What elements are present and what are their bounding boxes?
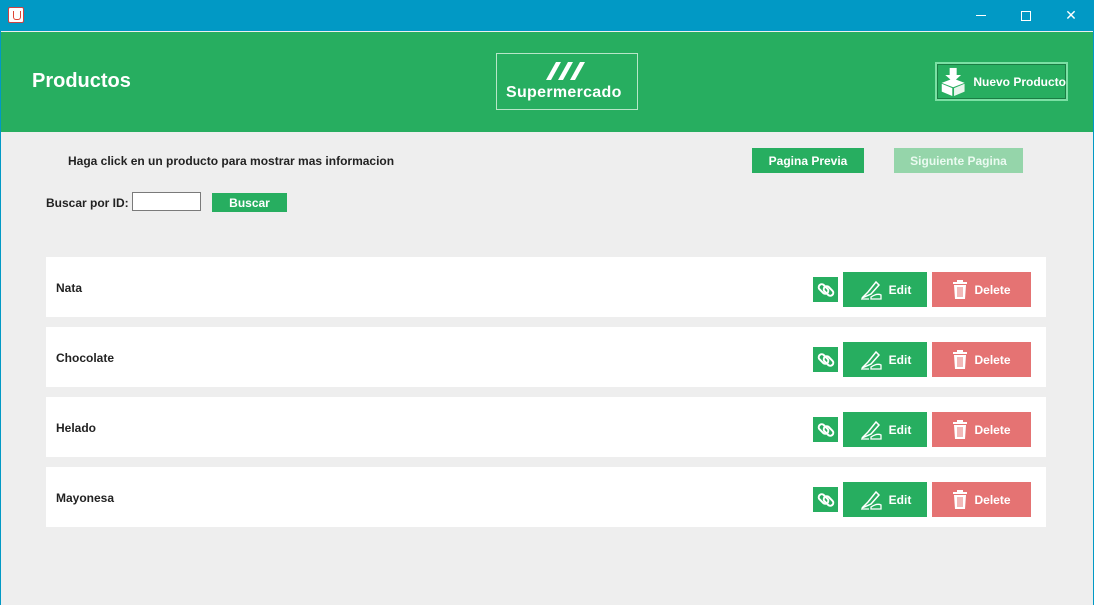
link-button[interactable]: [813, 487, 838, 512]
search-id-input[interactable]: [132, 192, 201, 211]
edit-label: Edit: [888, 352, 912, 367]
edit-label: Edit: [888, 282, 912, 297]
product-row[interactable]: Helado Edit Delete: [46, 397, 1046, 457]
delete-button[interactable]: Delete: [932, 272, 1031, 307]
pen-hand-icon: [860, 490, 882, 510]
minimize-icon: [976, 15, 986, 16]
link-icon: [817, 282, 834, 297]
window-titlebar[interactable]: ✕: [0, 0, 1094, 31]
product-row[interactable]: Nata Edit Delete: [46, 257, 1046, 317]
trash-icon: [953, 490, 968, 509]
link-icon: [817, 422, 834, 437]
link-icon: [817, 352, 834, 367]
delete-button[interactable]: Delete: [932, 482, 1031, 517]
link-button[interactable]: [813, 347, 838, 372]
product-name: Chocolate: [56, 351, 115, 365]
maximize-button[interactable]: [1003, 0, 1049, 31]
product-row[interactable]: Chocolate Edit Delete: [46, 327, 1046, 387]
delete-label: Delete: [974, 352, 1011, 367]
edit-button[interactable]: Edit: [843, 272, 927, 307]
link-button[interactable]: [813, 277, 838, 302]
supermercado-logo: Supermercado: [496, 53, 638, 110]
box-download-icon: [941, 67, 965, 96]
next-page-button[interactable]: Siguiente Pagina: [894, 148, 1023, 173]
delete-label: Delete: [974, 422, 1011, 437]
header-bar: Productos Supermercado Nuevo Producto: [1, 32, 1093, 132]
logo-mark-icon: [546, 62, 585, 80]
info-hint-text: Haga click en un producto para mostrar m…: [68, 154, 395, 168]
page-title: Productos: [32, 70, 131, 92]
close-icon: ✕: [1065, 7, 1077, 23]
product-row[interactable]: Mayonesa Edit Delete: [46, 467, 1046, 527]
close-button[interactable]: ✕: [1048, 0, 1094, 31]
edit-button[interactable]: Edit: [843, 412, 927, 447]
delete-button[interactable]: Delete: [932, 342, 1031, 377]
edit-label: Edit: [888, 492, 912, 507]
link-icon: [817, 492, 834, 507]
pen-hand-icon: [860, 420, 882, 440]
minimize-button[interactable]: [958, 0, 1004, 31]
pen-hand-icon: [860, 280, 882, 300]
product-name: Nata: [56, 281, 83, 295]
delete-label: Delete: [974, 282, 1011, 297]
trash-icon: [953, 420, 968, 439]
delete-label: Delete: [974, 492, 1011, 507]
logo-text: Supermercado: [506, 84, 622, 101]
search-id-label: Buscar por ID:: [46, 196, 129, 210]
java-cup-icon: [8, 7, 24, 23]
maximize-icon: [1021, 10, 1031, 21]
previous-page-button[interactable]: Pagina Previa: [752, 148, 864, 173]
product-name: Helado: [56, 421, 97, 435]
new-product-label: Nuevo Producto: [973, 74, 1066, 89]
delete-button[interactable]: Delete: [932, 412, 1031, 447]
new-product-button[interactable]: Nuevo Producto: [935, 62, 1068, 101]
trash-icon: [953, 280, 968, 299]
pen-hand-icon: [860, 350, 882, 370]
product-name: Mayonesa: [56, 491, 115, 505]
search-button[interactable]: Buscar: [212, 193, 287, 212]
link-button[interactable]: [813, 417, 838, 442]
edit-button[interactable]: Edit: [843, 342, 927, 377]
trash-icon: [953, 350, 968, 369]
edit-button[interactable]: Edit: [843, 482, 927, 517]
edit-label: Edit: [888, 422, 912, 437]
